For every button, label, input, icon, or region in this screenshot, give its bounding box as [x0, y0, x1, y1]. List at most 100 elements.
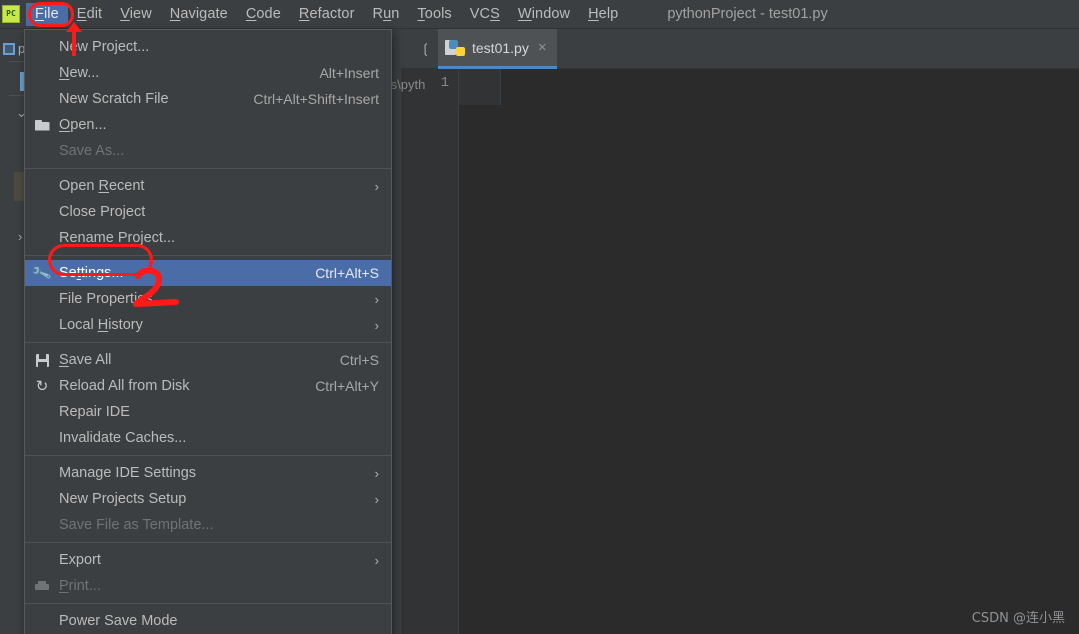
folder-icon — [34, 117, 50, 133]
menu-item-manage-ide-settings[interactable]: Manage IDE Settings › — [25, 460, 391, 486]
menu-item-shortcut: Ctrl+S — [339, 352, 379, 368]
menubar-item-label: Help — [588, 5, 619, 22]
menu-item-label: Power Save Mode — [59, 613, 178, 629]
menu-item-label: Save All — [59, 352, 112, 368]
menu-item-new-project[interactable]: New Project... — [25, 34, 391, 60]
menubar-item-label: Edit — [76, 5, 103, 22]
menubar-item-edit[interactable]: Edit — [68, 3, 111, 26]
menu-item-close-project[interactable]: Close Project — [25, 199, 391, 225]
menu-item-label: Print... — [59, 578, 101, 594]
menu-item-label: File Properties — [59, 291, 153, 307]
menu-item-file-properties[interactable]: File Properties › — [25, 286, 391, 312]
menu-item-save-file-as-template[interactable]: Save File as Template... — [25, 512, 391, 538]
menu-item-export[interactable]: Export › — [25, 547, 391, 573]
menu-separator — [25, 603, 391, 604]
chevron-right-icon: › — [18, 229, 23, 244]
menu-item-label: Open... — [59, 117, 107, 133]
menu-item-settings[interactable]: 🔧 Settings... Ctrl+Alt+S — [25, 260, 391, 286]
menu-item-label: Reload All from Disk — [59, 378, 190, 394]
tool-window-button[interactable]: ❲ — [401, 35, 435, 63]
menu-separator — [25, 255, 391, 256]
menubar-item-code[interactable]: Code — [237, 3, 290, 26]
menubar-item-label: Code — [245, 5, 281, 22]
file-menu-dropdown: New Project... New... Alt+Insert New Scratc… — [24, 29, 392, 634]
editor-tab-bar: ❲ test01.py × — [401, 29, 1079, 69]
menu-item-label: Save File as Template... — [59, 517, 214, 533]
menu-item-save-all[interactable]: Save All Ctrl+S — [25, 347, 391, 373]
editor-tab-test01[interactable]: test01.py × — [438, 29, 557, 69]
menu-item-rename-project[interactable]: Rename Project... — [25, 225, 391, 251]
menu-item-shortcut: Ctrl+Alt+Y — [315, 378, 379, 394]
menu-item-label: New Scratch File — [59, 91, 169, 107]
python-file-icon — [445, 39, 465, 56]
menu-item-label: Invalidate Caches... — [59, 430, 187, 446]
menu-separator — [25, 455, 391, 456]
chevron-right-icon: › — [374, 317, 379, 333]
menu-item-label: Settings... — [59, 265, 124, 281]
menu-item-label: New... — [59, 65, 100, 81]
menubar-item-tools[interactable]: Tools — [408, 3, 460, 26]
menu-separator — [25, 542, 391, 543]
chevron-right-icon: › — [374, 552, 379, 568]
menu-item-reload-all-from-disk[interactable]: ↻ Reload All from Disk Ctrl+Alt+Y — [25, 373, 391, 399]
menubar-item-help[interactable]: Help — [579, 3, 627, 26]
menu-item-label: Rename Project... — [59, 230, 176, 246]
app-icon-text: PC — [6, 9, 16, 18]
chevron-right-icon: › — [374, 465, 379, 481]
code-text-area[interactable] — [501, 69, 1079, 634]
chevron-right-icon: › — [374, 291, 379, 307]
menu-item-shortcut: Ctrl+Alt+Shift+Insert — [253, 91, 379, 107]
menu-item-label: Local History — [59, 317, 143, 333]
watermark: CSDN @连小黑 — [971, 611, 1065, 626]
pycharm-logo-icon: PC — [2, 5, 20, 23]
menu-item-new-scratch-file[interactable]: New Scratch File Ctrl+Alt+Shift+Insert — [25, 86, 391, 112]
menubar-item-label: Run — [372, 5, 400, 22]
menu-item-label: New Project... — [59, 39, 150, 55]
menubar-item-view[interactable]: View — [111, 3, 161, 26]
menubar-item-refactor[interactable]: Refactor — [290, 3, 364, 26]
menu-item-save-as[interactable]: Save As... — [25, 138, 391, 164]
menu-item-open[interactable]: Open... — [25, 112, 391, 138]
menu-item-new-projects-setup[interactable]: New Projects Setup › — [25, 486, 391, 512]
print-icon — [34, 578, 50, 594]
menu-item-label: Open Recent — [59, 178, 145, 194]
menubar-item-label: VCS — [469, 5, 500, 22]
menu-item-local-history[interactable]: Local History › — [25, 312, 391, 338]
menu-item-label: Save As... — [59, 143, 125, 159]
menubar-item-label: View — [120, 5, 152, 22]
chevron-right-icon: › — [374, 491, 379, 507]
menu-item-label: Export — [59, 552, 101, 568]
menubar-item-window[interactable]: Window — [509, 3, 579, 26]
menubar-item-label: File — [35, 5, 59, 22]
wrench-icon: 🔧 — [30, 262, 53, 284]
menu-item-repair-ide[interactable]: Repair IDE — [25, 399, 391, 425]
window-title: pythonProject - test01.py — [667, 6, 828, 22]
line-number: 1 — [440, 75, 449, 91]
editor-tab-label: test01.py — [472, 39, 529, 56]
menu-item-label: Repair IDE — [59, 404, 130, 420]
menu-item-print[interactable]: Print... — [25, 573, 391, 599]
menubar-item-vcs[interactable]: VCS — [461, 3, 509, 26]
close-icon[interactable]: × — [538, 40, 547, 55]
project-folder-icon — [3, 42, 15, 55]
save-icon — [34, 352, 50, 368]
editor-gutter: 1 — [401, 69, 459, 634]
menu-item-label: Manage IDE Settings — [59, 465, 197, 481]
menu-item-open-recent[interactable]: Open Recent › — [25, 173, 391, 199]
menubar-item-file[interactable]: File — [26, 2, 68, 26]
menubar-item-run[interactable]: Run — [364, 3, 409, 26]
menu-item-shortcut: Ctrl+Alt+S — [315, 265, 379, 281]
editor-gutter-fold-strip — [459, 69, 501, 105]
menu-item-new[interactable]: New... Alt+Insert — [25, 60, 391, 86]
menu-item-label: Close Project — [59, 204, 146, 220]
menu-item-label: New Projects Setup — [59, 491, 187, 507]
chevron-right-icon: › — [374, 178, 379, 194]
menu-item-shortcut: Alt+Insert — [319, 65, 379, 81]
menu-separator — [25, 342, 391, 343]
menubar-item-navigate[interactable]: Navigate — [161, 3, 237, 26]
menu-item-power-save-mode[interactable]: Power Save Mode — [25, 608, 391, 634]
reload-icon: ↻ — [35, 377, 49, 395]
menu-item-invalidate-caches[interactable]: Invalidate Caches... — [25, 425, 391, 451]
pycharm-window: ▸ py ⌄ › 1 ❲ — [0, 0, 1079, 634]
breadcrumb: ts\pyth — [387, 77, 426, 92]
